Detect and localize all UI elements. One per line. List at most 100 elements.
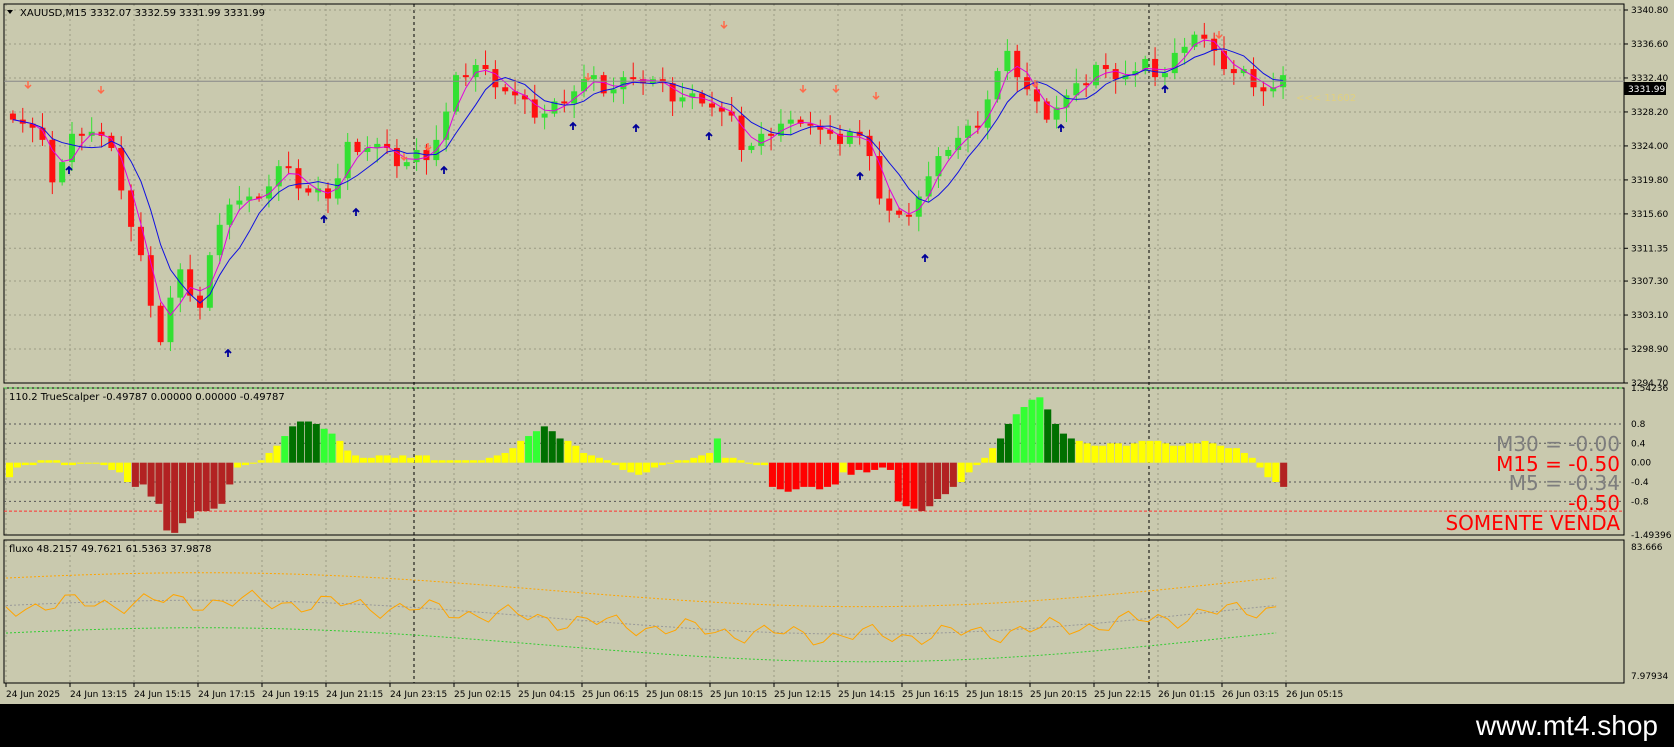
histogram-bar <box>721 457 729 463</box>
histogram-bar <box>61 462 69 466</box>
histogram-bar <box>304 421 312 463</box>
histogram-bar <box>13 462 21 468</box>
histogram-bar <box>320 428 328 463</box>
histogram-bar <box>76 462 84 464</box>
indicator-tick-label: 0.00 <box>1631 459 1651 469</box>
histogram-bar <box>1130 443 1138 463</box>
histogram-bar <box>910 462 918 509</box>
histogram-bar <box>45 460 53 463</box>
candle-body <box>443 111 450 140</box>
candle-body <box>9 113 16 120</box>
histogram-bar <box>1099 445 1107 463</box>
histogram-bar <box>116 462 124 473</box>
histogram-bar <box>823 462 832 487</box>
histogram-bar <box>84 462 92 464</box>
time-tick-label: 24 Jun 23:15 <box>390 690 447 700</box>
histogram-bar <box>973 462 981 466</box>
candle-body <box>709 103 715 108</box>
histogram-bar <box>595 457 603 463</box>
time-tick-label: 24 Jun 15:15 <box>134 690 191 700</box>
histogram-bar <box>265 452 273 463</box>
histogram-bar <box>477 460 485 463</box>
candle-body <box>669 83 676 102</box>
candle-body <box>1171 52 1178 74</box>
time-tick-label: 25 Jun 10:15 <box>710 690 767 700</box>
time-tick-label: 25 Jun 04:15 <box>518 690 575 700</box>
candle-body <box>1014 50 1021 78</box>
price-tick-label: 3324.00 <box>1631 142 1668 152</box>
histogram-bar <box>713 438 721 463</box>
histogram-bar <box>501 452 509 463</box>
histogram-bar <box>886 462 894 470</box>
histogram-bar <box>139 462 147 485</box>
histogram-bar <box>1122 445 1130 463</box>
histogram-bar <box>525 436 533 463</box>
candle-body <box>482 65 489 70</box>
histogram-bar <box>485 457 493 463</box>
time-tick-label: 25 Jun 08:15 <box>646 690 703 700</box>
histogram-bar <box>957 462 965 483</box>
histogram-bar <box>1193 443 1201 463</box>
candle-body <box>630 77 637 80</box>
candle-body <box>403 162 410 167</box>
watermark-bar: www.mt4.shop <box>0 704 1674 747</box>
histogram-bar <box>603 460 611 463</box>
histogram-bar <box>367 457 375 463</box>
histogram-bar <box>926 462 934 507</box>
histogram-bar <box>996 438 1005 463</box>
candle-body <box>905 214 912 217</box>
current-price-value: 3331.99 <box>1628 85 1665 95</box>
histogram-bar <box>37 460 45 463</box>
histogram-bar <box>768 462 776 487</box>
candle-body <box>1260 87 1267 92</box>
histogram-bar <box>226 462 234 485</box>
candle-body <box>354 141 361 152</box>
histogram-bar <box>1146 440 1154 463</box>
main-panel-bg[interactable] <box>0 0 1674 704</box>
main-chart-title: XAUUSD,M15 3332.07 3332.59 3331.99 3331.… <box>20 8 265 19</box>
time-tick-label: 25 Jun 20:15 <box>1030 690 1087 700</box>
histogram-bar <box>627 462 635 473</box>
candle-body <box>1181 46 1188 53</box>
candle-body <box>1083 83 1090 86</box>
histogram-bar <box>1083 443 1091 463</box>
histogram-bar <box>737 460 745 463</box>
candle-body <box>1093 65 1099 86</box>
candle-body <box>768 133 775 136</box>
price-tick-label: 3319.80 <box>1631 176 1668 186</box>
histogram-bar <box>422 455 430 463</box>
label-signal: SOMENTE VENDA <box>1445 511 1620 535</box>
histogram-bar <box>163 462 171 531</box>
histogram-bar <box>171 462 179 533</box>
histogram-bar <box>359 457 367 463</box>
time-tick-label: 25 Jun 22:15 <box>1094 690 1151 700</box>
fluxo-tick-label: 83.666 <box>1631 543 1663 553</box>
histogram-bar <box>194 462 202 512</box>
time-tick-label: 24 Jun 13:15 <box>70 690 127 700</box>
chart-canvas[interactable]: 3340.803336.603332.403328.203324.003319.… <box>0 0 1674 704</box>
candle-body <box>1004 50 1011 72</box>
histogram-bar <box>249 462 257 464</box>
histogram-bar <box>1177 445 1185 463</box>
histogram-bar <box>1154 440 1162 463</box>
candle-body <box>846 131 853 144</box>
time-tick-label: 25 Jun 06:15 <box>582 690 639 700</box>
histogram-bar <box>941 462 950 495</box>
histogram-bar <box>572 445 580 463</box>
mt4-chart-window: 3340.80 3336.60 3332.40 3328.20 3324.00 3319.… <box>0 0 1674 747</box>
candle-body <box>502 87 509 92</box>
histogram-bar <box>241 462 250 466</box>
histogram-bar <box>21 462 29 466</box>
candle-body <box>679 97 686 102</box>
indicator-tick-label: -0.4 <box>1631 478 1649 488</box>
histogram-bar <box>698 455 706 463</box>
histogram-bar <box>454 460 462 463</box>
histogram-bar <box>816 462 824 490</box>
histogram-bar <box>879 462 887 468</box>
candle-body <box>945 149 952 157</box>
truescalper-title: 110.2 TrueScalper -0.49787 0.00000 0.000… <box>9 392 285 403</box>
candle-body <box>285 166 292 169</box>
histogram-bar <box>383 455 391 463</box>
watermark-text: www.mt4.shop <box>1475 710 1658 741</box>
price-tick-label: 3303.10 <box>1631 311 1668 321</box>
